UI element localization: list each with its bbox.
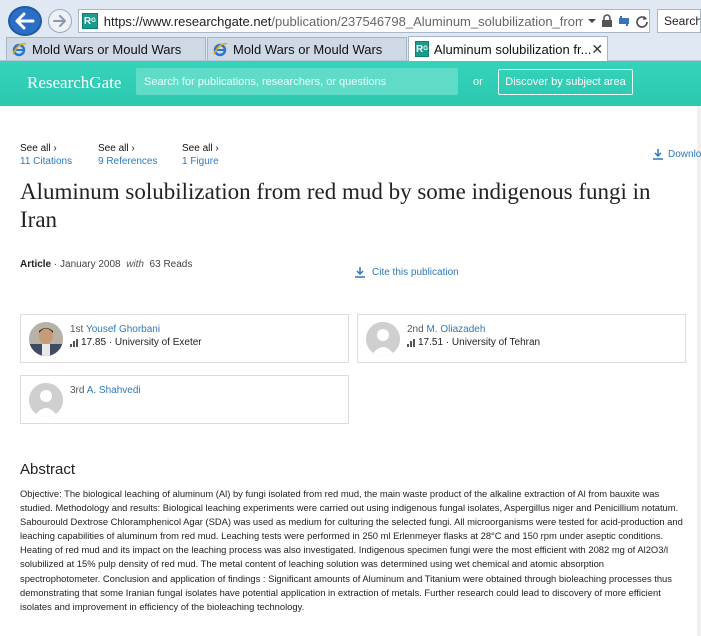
url-text[interactable]: https://www.researchgate.net/publication… xyxy=(104,14,583,29)
forward-button[interactable] xyxy=(48,9,72,33)
tab-label: Mold Wars or Mould Wars xyxy=(32,41,182,57)
site-search-input[interactable]: Search for publications, researchers, or… xyxy=(136,68,458,95)
browser-search-box[interactable]: Search xyxy=(657,9,701,33)
cite-button[interactable]: Cite this publication xyxy=(354,266,459,278)
ie-icon xyxy=(213,42,228,57)
stat-citations[interactable]: See all › 11 Citations xyxy=(20,142,98,168)
references-link[interactable]: 9 References xyxy=(98,155,182,168)
author-affiliation[interactable]: · University of Exeter xyxy=(109,337,202,348)
discover-button[interactable]: Discover by subject area xyxy=(498,69,633,95)
with-label: with xyxy=(126,259,144,270)
author-order: 1st xyxy=(70,324,84,335)
user-silhouette-icon xyxy=(366,322,400,356)
author-affiliation[interactable]: · University of Tehran xyxy=(446,337,540,348)
download-icon xyxy=(653,149,663,160)
see-all-link[interactable]: See all › xyxy=(182,142,260,155)
author-avatar-placeholder[interactable] xyxy=(29,383,63,417)
tab-mold-wars-2[interactable]: Mold Wars or Mould Wars xyxy=(207,37,407,60)
researchgate-favicon-icon: RG xyxy=(82,13,98,29)
author-photo-image xyxy=(29,322,63,356)
author-score: 17.51 xyxy=(418,337,444,348)
publication-meta: Article · January 2008 with 63 Reads xyxy=(20,259,192,270)
refresh-icon[interactable] xyxy=(635,14,649,28)
author-score: 17.85 xyxy=(81,337,107,348)
author-score-line: 17.85 · University of Exeter xyxy=(70,337,202,348)
citations-link[interactable]: 11 Citations xyxy=(20,155,98,168)
publication-title: Aluminum solubilization from red mud by … xyxy=(20,179,651,232)
author-name[interactable]: M. Oliazadeh xyxy=(426,324,485,335)
cite-label: Cite this publication xyxy=(372,266,459,278)
author-card-3[interactable]: 3rd A. Shahvedi xyxy=(20,375,349,424)
tab-mold-wars-1[interactable]: Mold Wars or Mould Wars xyxy=(6,37,206,60)
ie-compat-icon[interactable] xyxy=(617,14,631,28)
url-host: https://www.researchgate.net xyxy=(103,13,272,29)
see-all-link[interactable]: See all › xyxy=(20,142,98,155)
back-button[interactable] xyxy=(8,6,42,36)
figures-link[interactable]: 1 Figure xyxy=(182,155,260,168)
author-order: 2nd xyxy=(407,324,424,335)
see-all-link[interactable]: See all › xyxy=(98,142,182,155)
url-path: /publication/237546798_Aluminum_solubili… xyxy=(271,13,583,29)
or-label: or xyxy=(473,76,483,88)
publication-stats: See all › 11 Citations See all › 9 Refer… xyxy=(20,142,260,168)
author-photo[interactable] xyxy=(29,322,63,356)
author-avatar-placeholder[interactable] xyxy=(366,322,400,356)
author-heading: 3rd A. Shahvedi xyxy=(70,385,141,396)
stat-figures[interactable]: See all › 1 Figure xyxy=(182,142,260,168)
browser-chrome: RG https://www.researchgate.net/publicat… xyxy=(0,0,701,61)
dropdown-arrow-icon[interactable] xyxy=(587,17,597,25)
scrollbar[interactable] xyxy=(697,106,701,636)
stat-references[interactable]: See all › 9 References xyxy=(98,142,182,168)
tab-bar: Mold Wars or Mould Wars Mold Wars or Mou… xyxy=(0,36,701,61)
abstract-text: Objective: The biological leaching of al… xyxy=(20,488,683,612)
author-name[interactable]: Yousef Ghorbani xyxy=(86,324,160,335)
researchgate-logo[interactable]: ResearchGate xyxy=(27,73,121,93)
download-label: Downlo xyxy=(668,148,701,160)
author-card-1[interactable]: 1st Yousef Ghorbani 17.85 · University o… xyxy=(20,314,349,363)
author-score-line: 17.51 · University of Tehran xyxy=(407,337,540,348)
download-icon xyxy=(355,267,365,278)
download-button[interactable]: Downlo xyxy=(652,148,701,160)
user-silhouette-icon xyxy=(29,383,63,417)
close-icon[interactable]: ✕ xyxy=(591,41,603,58)
researchgate-icon: RG xyxy=(415,41,429,57)
tab-label: Mold Wars or Mould Wars xyxy=(233,41,383,57)
arrow-left-icon xyxy=(15,12,35,30)
abstract-heading: Abstract xyxy=(20,461,76,478)
lock-icon[interactable] xyxy=(601,14,613,28)
ie-icon xyxy=(12,42,27,57)
site-header: ResearchGate Search for publications, re… xyxy=(0,61,701,106)
publication-date: · January 2008 xyxy=(53,259,121,270)
tab-label: Aluminum solubilization fr... xyxy=(433,41,592,57)
rg-score-icon xyxy=(407,338,415,347)
publication-type: Article xyxy=(20,259,52,270)
author-heading: 2nd M. Oliazadeh xyxy=(407,324,485,335)
author-name[interactable]: A. Shahvedi xyxy=(87,385,141,396)
author-card-2[interactable]: 2nd M. Oliazadeh 17.51 · University of T… xyxy=(357,314,686,363)
tab-aluminum-solubilization[interactable]: RG Aluminum solubilization fr... ✕ xyxy=(408,36,608,61)
author-order: 3rd xyxy=(70,385,85,396)
author-heading: 1st Yousef Ghorbani xyxy=(70,324,160,335)
arrow-right-icon xyxy=(53,15,66,27)
rg-score-icon xyxy=(70,338,78,347)
address-bar[interactable]: RG https://www.researchgate.net/publicat… xyxy=(78,9,650,33)
reads-count[interactable]: 63 Reads xyxy=(150,259,193,270)
